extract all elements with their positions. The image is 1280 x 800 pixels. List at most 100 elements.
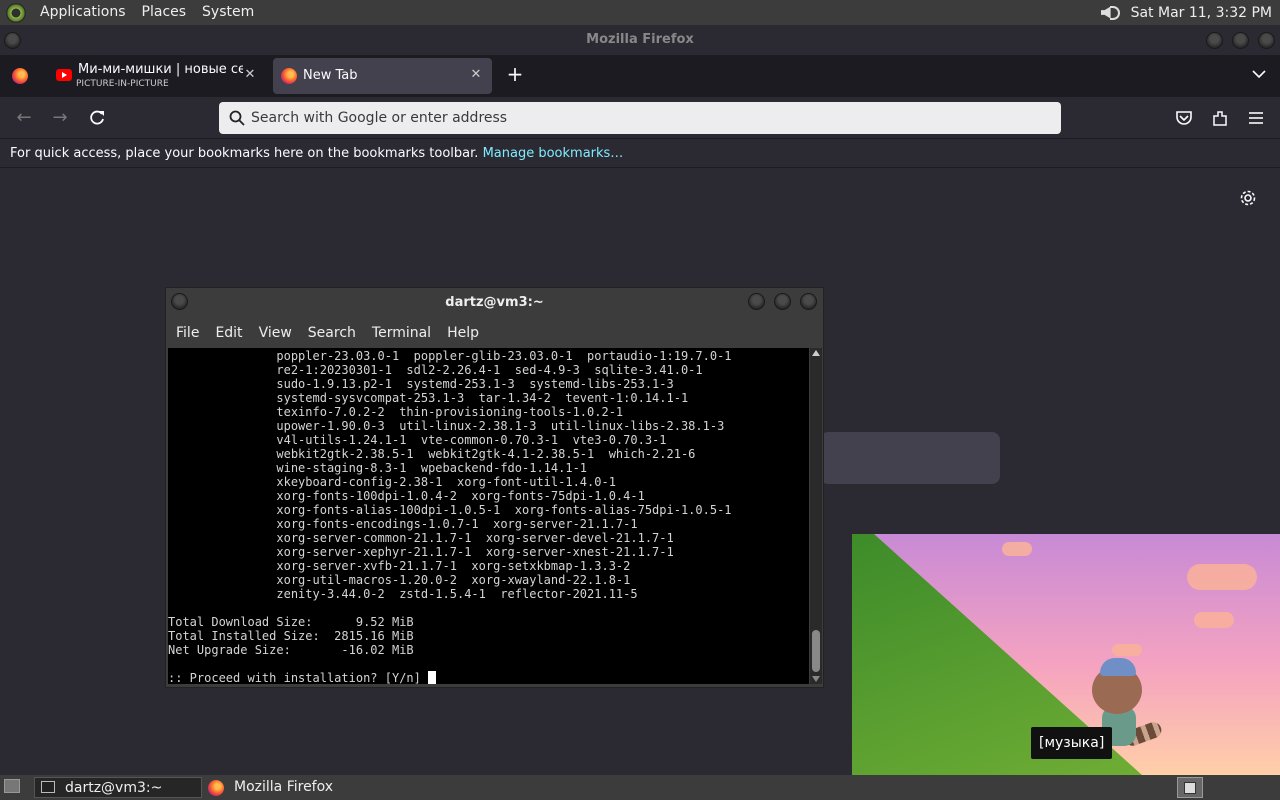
text-cursor (428, 671, 437, 684)
firefox-icon (208, 780, 224, 796)
list-all-tabs-chevron-down-icon[interactable] (1252, 69, 1266, 79)
tab-new-tab[interactable]: New Tab ✕ (273, 58, 492, 94)
taskbar-terminal[interactable]: dartz@vm3:~ (34, 777, 202, 798)
terminal-window: dartz@vm3:~ File Edit View Search Termin… (165, 287, 824, 688)
tab-strip: Ми-ми-мишки | новые серии PICTURE-IN-PIC… (0, 55, 1280, 97)
terminal-line: xorg-util-macros-1.20.0-2 xorg-xwayland-… (168, 573, 631, 587)
maximize-icon[interactable] (1232, 32, 1249, 49)
terminal-line: Net Upgrade Size: -16.02 MiB (168, 643, 414, 657)
task-label: Mozilla Firefox (234, 779, 334, 795)
bottom-panel: dartz@vm3:~ Mozilla Firefox (0, 775, 1280, 800)
menu-terminal[interactable]: Terminal (364, 325, 439, 341)
terminal-line: v4l-utils-1.24.1-1 vte-common-0.70.3-1 v… (168, 433, 667, 447)
terminal-line: poppler-23.03.0-1 poppler-glib-23.03.0-1… (168, 349, 732, 363)
close-tab-icon[interactable]: ✕ (468, 67, 484, 83)
url-bar[interactable] (219, 102, 1061, 134)
menu-view[interactable]: View (251, 325, 300, 341)
pocket-icon[interactable] (1175, 110, 1193, 126)
terminal-prompt: :: Proceed with installation? [Y/n] (168, 671, 809, 684)
cloud (1112, 644, 1142, 656)
firefox-view-icon[interactable] (12, 68, 28, 84)
nav-bar: ← → (0, 97, 1280, 139)
terminal-line: xkeyboard-config-2.38-1 xorg-font-util-1… (168, 475, 616, 489)
cloud (1194, 612, 1234, 628)
terminal-line: re2-1:20230301-1 sdl2-2.26.4-1 sed-4.9-3… (168, 363, 703, 377)
terminal-icon (41, 781, 55, 793)
terminal-line: xorg-fonts-alias-100dpi-1.0.5-1 xorg-fon… (168, 503, 732, 517)
reload-icon[interactable] (84, 105, 110, 131)
video-subtitle: [музыка] (1031, 727, 1113, 759)
bookmarks-toolbar: For quick access, place your bookmarks h… (0, 139, 1280, 168)
terminal-line: Total Download Size: 9.52 MiB (168, 615, 414, 629)
raccoon-cap (1100, 658, 1136, 676)
youtube-icon (56, 69, 72, 81)
close-window-icon[interactable] (800, 293, 817, 310)
scroll-down-arrow-icon[interactable] (812, 676, 820, 682)
hamburger-menu-icon[interactable] (1248, 111, 1264, 125)
menu-search[interactable]: Search (300, 325, 364, 341)
top-panel: Applications Places System Sat Mar 11, 3… (0, 0, 1280, 25)
places-menu[interactable]: Places (134, 0, 195, 25)
terminal-line: sudo-1.9.13.p2-1 systemd-253.1-3 systemd… (168, 377, 674, 391)
terminal-line: xorg-server-common-21.1.7-1 xorg-server-… (168, 531, 674, 545)
terminal-line: xorg-fonts-100dpi-1.0.4-2 xorg-fonts-75d… (168, 489, 645, 503)
terminal-output[interactable]: poppler-23.03.0-1 poppler-glib-23.03.0-1… (168, 348, 809, 684)
terminal-line: wine-staging-8.3-1 wpebackend-fdo-1.14.1… (168, 461, 588, 475)
terminal-title: dartz@vm3:~ (445, 295, 544, 310)
cloud (1002, 542, 1032, 556)
terminal-menubar: File Edit View Search Terminal Help (166, 318, 823, 348)
window-menu-icon[interactable] (4, 32, 21, 49)
prompt-text: :: Proceed with installation? [Y/n] (168, 671, 429, 684)
terminal-line: xorg-fonts-encodings-1.0.7-1 xorg-server… (168, 517, 638, 531)
newtab-search-box[interactable] (820, 432, 1000, 484)
terminal-line: xorg-server-xvfb-21.1.7-1 xorg-setxkbmap… (168, 559, 631, 573)
terminal-line: texinfo-7.0.2-2 thin-provisioning-tools-… (168, 405, 624, 419)
tab-subtitle: PICTURE-IN-PICTURE (76, 79, 169, 89)
distro-logo-icon[interactable] (6, 2, 26, 23)
cloud (1187, 564, 1257, 590)
manage-bookmarks-link[interactable]: Manage bookmarks… (483, 146, 624, 161)
terminal-line: webkit2gtk-2.38.5-1 webkit2gtk-4.1-2.38.… (168, 447, 696, 461)
applications-menu[interactable]: Applications (32, 0, 134, 25)
minimize-icon[interactable] (1206, 32, 1223, 49)
settings-gear-icon[interactable] (1239, 189, 1257, 207)
window-title-text: Mozilla Firefox (586, 32, 694, 47)
bookmarks-hint: For quick access, place your bookmarks h… (10, 146, 479, 161)
terminal-line: Total Installed Size: 2815.16 MiB (168, 629, 414, 643)
workspace-switcher[interactable] (1177, 777, 1203, 798)
tab-title: Ми-ми-мишки | новые серии (78, 62, 243, 77)
scroll-up-arrow-icon[interactable] (812, 350, 820, 356)
close-window-icon[interactable] (1258, 32, 1275, 49)
menu-edit[interactable]: Edit (207, 325, 250, 341)
menu-help[interactable]: Help (439, 325, 487, 341)
extensions-icon[interactable] (1211, 109, 1229, 127)
maximize-icon[interactable] (774, 293, 791, 310)
taskbar-firefox[interactable]: Mozilla Firefox (204, 777, 384, 798)
new-tab-plus-icon[interactable]: + (504, 63, 526, 85)
terminal-scrollbar[interactable] (810, 348, 822, 684)
menu-file[interactable]: File (168, 325, 207, 341)
scrollbar-thumb[interactable] (812, 630, 820, 672)
terminal-line: xorg-server-xephyr-21.1.7-1 xorg-server-… (168, 545, 674, 559)
show-desktop-icon[interactable] (4, 779, 20, 793)
url-input[interactable] (251, 102, 1041, 134)
terminal-line: upower-1.90.0-3 util-linux-2.38.1-3 util… (168, 419, 725, 433)
clock[interactable]: Sat Mar 11, 3:32 PM (1131, 5, 1272, 21)
forward-arrow-icon[interactable]: → (47, 105, 73, 131)
volume-icon[interactable] (1099, 3, 1121, 23)
terminal-line: systemd-sysvcompat-253.1-3 tar-1.34-2 te… (168, 391, 689, 405)
close-tab-icon[interactable]: ✕ (242, 67, 258, 83)
tab-youtube[interactable]: Ми-ми-мишки | новые серии PICTURE-IN-PIC… (48, 58, 266, 94)
firefox-window-title: Mozilla Firefox (0, 25, 1280, 55)
system-menu[interactable]: System (194, 0, 262, 25)
back-arrow-icon[interactable]: ← (11, 105, 37, 131)
firefox-icon (281, 68, 297, 84)
search-icon (229, 110, 245, 126)
tab-title: New Tab (303, 68, 358, 83)
minimize-icon[interactable] (748, 293, 765, 310)
task-label: dartz@vm3:~ (65, 780, 163, 796)
picture-in-picture-video[interactable]: [музыка] (852, 534, 1280, 775)
terminal-line: zenity-3.44.0-2 zstd-1.5.4-1 reflector-2… (168, 587, 638, 601)
